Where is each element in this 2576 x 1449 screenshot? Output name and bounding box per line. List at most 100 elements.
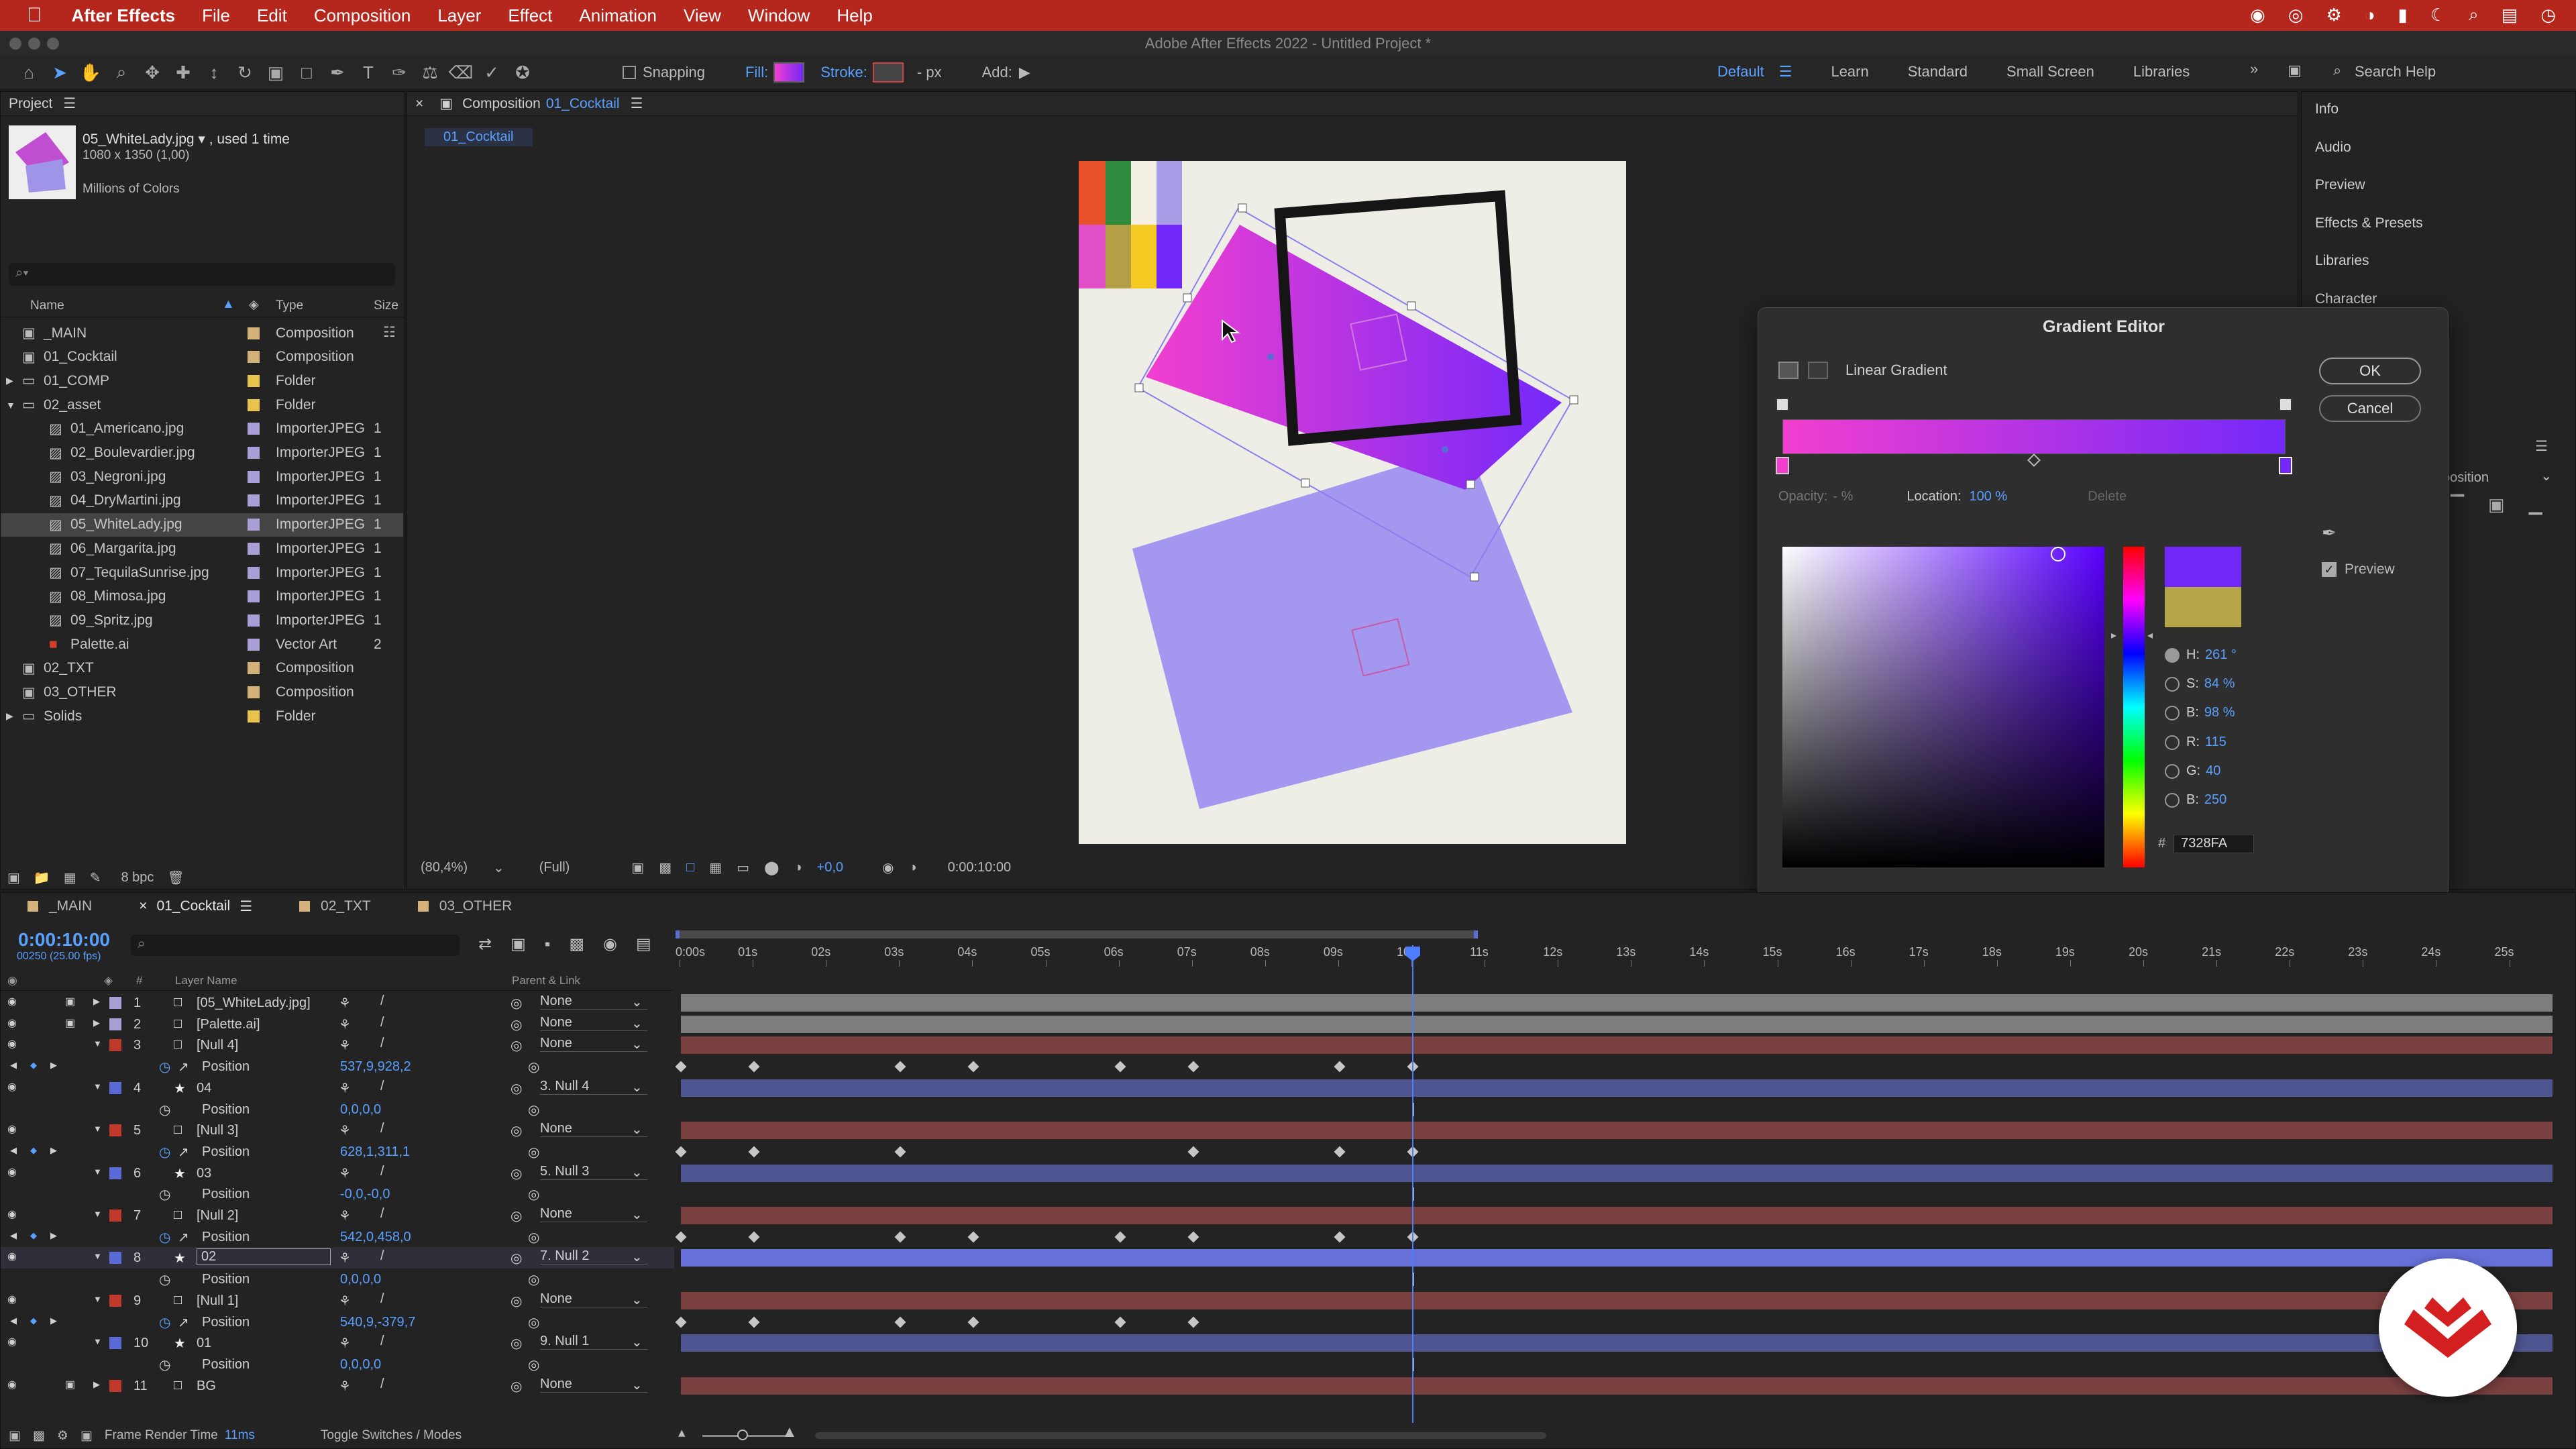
project-item[interactable]: ▶ ▭ 01_COMP Folder: [1, 369, 403, 392]
layer-duration-bar[interactable]: [681, 1334, 2553, 1352]
eye-icon[interactable]: ◉: [7, 1037, 17, 1051]
keyframe[interactable]: [1334, 1061, 1346, 1073]
bpc-button[interactable]: 8 bpc: [121, 870, 154, 885]
layer-name[interactable]: [Null 3]: [197, 1123, 238, 1138]
graph-editor-icon[interactable]: ▤: [636, 934, 651, 954]
parent-pickwhip-icon[interactable]: ◎: [511, 1080, 522, 1097]
layer-label-color[interactable]: [109, 1379, 121, 1392]
keyframe[interactable]: [1187, 1146, 1199, 1158]
ok-button[interactable]: OK: [2319, 358, 2421, 384]
roto-tool-icon[interactable]: ✓: [480, 61, 503, 84]
label-color-swatch[interactable]: [248, 519, 260, 531]
project-item[interactable]: ▶ ▭ Solids Folder: [1, 704, 403, 728]
project-item[interactable]: ▨ 02_Boulevardier.jpg ImporterJPEG 1: [1, 441, 403, 465]
timeline-layer-row[interactable]: ◉ ▼ 9 □ [Null 1] ⚘ / ◎ None ⌄: [1, 1290, 674, 1311]
layer-name[interactable]: BG: [197, 1379, 216, 1394]
snapping-checkbox[interactable]: [623, 66, 636, 79]
chevron-down-icon[interactable]: ⌄: [2540, 468, 2553, 484]
lock-icon[interactable]: ▣: [65, 1016, 75, 1030]
workspace-libraries[interactable]: Libraries: [2133, 63, 2190, 80]
stopwatch-icon[interactable]: ◷: [159, 1059, 170, 1075]
timeline-layer-row[interactable]: ◉ ▼ 7 □ [Null 2] ⚘ / ◎ None ⌄: [1, 1205, 674, 1226]
lock-icon[interactable]: ▣: [439, 95, 453, 112]
layer-label-color[interactable]: [109, 1124, 121, 1137]
parent-pickwhip-icon[interactable]: ◎: [511, 1165, 522, 1182]
menu-layer[interactable]: Layer: [437, 5, 481, 26]
dolly-tool-icon[interactable]: ↕: [203, 61, 225, 84]
panel-menu-icon[interactable]: ☰: [63, 95, 76, 112]
project-item[interactable]: ▨ 01_Americano.jpg ImporterJPEG 1: [1, 417, 403, 441]
exposure-value[interactable]: +0,0: [817, 860, 843, 875]
project-item[interactable]: ▨ 06_Margarita.jpg ImporterJPEG 1: [1, 537, 403, 560]
label-color-swatch[interactable]: [248, 542, 260, 555]
keyframe-add-icon[interactable]: ◆: [30, 1230, 37, 1241]
project-item[interactable]: ▨ 09_Spritz.jpg ImporterJPEG 1: [1, 608, 403, 632]
align-to-label[interactable]: position: [2443, 470, 2489, 486]
color-management-icon[interactable]: ⬤: [764, 859, 779, 876]
keyframe[interactable]: [894, 1061, 906, 1073]
search-help-field[interactable]: Search Help: [2355, 63, 2436, 80]
disclosure-triangle-icon[interactable]: ▼: [93, 1124, 102, 1134]
new-folder-icon[interactable]: 📁: [34, 869, 50, 886]
toggle-switches-button[interactable]: Toggle Switches / Modes: [321, 1428, 462, 1443]
rotate-tool-icon[interactable]: ↻: [233, 61, 256, 84]
color-stop-right[interactable]: [2279, 457, 2292, 474]
shy-switch-icon[interactable]: ⚘: [339, 1208, 351, 1224]
label-color-swatch[interactable]: [248, 470, 260, 483]
panel-character[interactable]: Character: [2315, 291, 2377, 307]
graph-icon[interactable]: ↗: [178, 1144, 189, 1161]
keyframe[interactable]: [1334, 1231, 1346, 1243]
keyframe-add-icon[interactable]: ◆: [30, 1316, 37, 1326]
layer-label-color[interactable]: [109, 1337, 121, 1350]
quality-switch-icon[interactable]: /: [380, 1334, 384, 1349]
flowchart-icon[interactable]: ☷: [383, 324, 396, 341]
eye-icon[interactable]: ◉: [7, 995, 17, 1008]
new-comp-icon[interactable]: ▦: [64, 869, 76, 886]
fill-swatch[interactable]: [773, 62, 805, 83]
keyframe[interactable]: [1334, 1146, 1346, 1158]
menu-effect[interactable]: Effect: [508, 5, 552, 26]
workspace-menu-icon[interactable]: ☰: [1779, 63, 1792, 80]
project-item[interactable]: ▨ 07_TequilaSunrise.jpg ImporterJPEG 1: [1, 561, 403, 584]
channel-icon[interactable]: ▭: [737, 859, 749, 876]
expression-pickwhip-icon[interactable]: ◎: [528, 1356, 539, 1373]
keyframe-nav-prev-icon[interactable]: ◀: [10, 1145, 17, 1156]
time-ruler[interactable]: 0:00s01s02s03s04s05s06s07s08s09s10s11s12…: [674, 941, 2553, 991]
eye-icon[interactable]: ◉: [7, 1080, 17, 1093]
radial-gradient-icon[interactable]: [1808, 362, 1828, 379]
layer-duration-bar[interactable]: [681, 994, 2553, 1012]
playhead[interactable]: [1412, 945, 1413, 1423]
clone-tool-icon[interactable]: ⚖: [419, 61, 441, 84]
preview-checkbox[interactable]: ✓: [2322, 562, 2337, 577]
eye-icon[interactable]: ◉: [7, 1250, 17, 1263]
selection-tool-icon[interactable]: ➤: [48, 61, 71, 84]
timeline-tab[interactable]: 03_OTHER: [417, 898, 512, 914]
workspace-learn[interactable]: Learn: [1831, 63, 1868, 80]
timeline-layer-row[interactable]: ◉ ▼ 5 □ [Null 3] ⚘ / ◎ None ⌄: [1, 1120, 674, 1141]
stopwatch-icon[interactable]: ◷: [159, 1144, 170, 1161]
layer-duration-bar[interactable]: [681, 1249, 2553, 1267]
close-comp-icon[interactable]: ×: [415, 96, 423, 112]
green-radio[interactable]: [2165, 763, 2180, 779]
quality-switch-icon[interactable]: /: [380, 1206, 384, 1222]
timeline-tab[interactable]: 02_TXT: [299, 898, 371, 914]
layer-name[interactable]: [Null 4]: [197, 1038, 238, 1053]
label-color-swatch[interactable]: [248, 327, 260, 339]
stopwatch-icon[interactable]: ◷: [159, 1356, 170, 1373]
workspace-small-screen[interactable]: Small Screen: [2006, 63, 2094, 80]
panel-menu-icon[interactable]: ☰: [2535, 438, 2548, 455]
panel-menu-icon[interactable]: ☰: [631, 95, 643, 112]
exposure-reset-icon[interactable]: ◑: [794, 860, 802, 875]
keyframe[interactable]: [675, 1316, 687, 1328]
workspace-menu-icon[interactable]: ▣: [2288, 62, 2302, 79]
project-item[interactable]: ▼ ▭ 02_asset Folder: [1, 393, 403, 417]
label-color-swatch[interactable]: [248, 590, 260, 603]
guides-icon[interactable]: ▦: [709, 859, 722, 876]
disclosure-triangle-icon[interactable]: ▶: [93, 1379, 100, 1390]
layer-duration-bar[interactable]: [681, 1164, 2553, 1182]
eye-icon[interactable]: ◉: [7, 1378, 17, 1391]
menu-help[interactable]: Help: [837, 5, 872, 26]
disclosure-triangle-icon[interactable]: ▼: [93, 1167, 102, 1177]
property-value[interactable]: 542,0,458,0: [340, 1230, 411, 1245]
stopwatch-icon[interactable]: ◷: [159, 1186, 170, 1203]
